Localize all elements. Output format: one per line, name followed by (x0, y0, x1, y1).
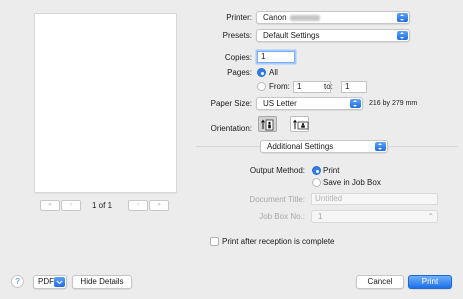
presets-label: Presets: (222, 31, 252, 40)
pages-all-radio[interactable] (257, 68, 266, 77)
section-popup-value: Additional Settings (267, 142, 334, 151)
portrait-icon (261, 119, 274, 131)
last-page-button[interactable]: » (149, 200, 169, 211)
pages-to-label: to: (324, 82, 333, 91)
chevron-down-icon (54, 277, 65, 287)
first-page-button[interactable]: « (40, 200, 60, 211)
orientation-landscape-button[interactable] (290, 116, 309, 132)
orientation-portrait-button[interactable] (258, 116, 277, 132)
previous-page-button[interactable]: ‹ (61, 200, 81, 211)
chevron-updown-icon: ⌃ (427, 212, 434, 221)
output-print-label: Print (323, 166, 340, 175)
pages-to-field[interactable]: 1 (341, 81, 367, 93)
output-jobbox-radio[interactable] (312, 178, 321, 187)
document-title-field[interactable]: Untitled (311, 193, 438, 205)
copies-field[interactable]: 1 (257, 51, 295, 63)
section-popup[interactable]: Additional Settings (260, 140, 388, 153)
landscape-icon (293, 119, 309, 130)
printer-label: Printer: (226, 13, 252, 22)
job-box-label: Job Box No.: (259, 212, 305, 221)
printer-value: Canon (263, 13, 287, 22)
paper-size-popup[interactable]: US Letter (256, 97, 363, 110)
orientation-label: Orientation: (210, 124, 252, 133)
presets-value: Default Settings (263, 31, 320, 40)
output-print-radio[interactable] (312, 166, 321, 175)
popup-stepper-icon (350, 99, 361, 108)
output-jobbox-label: Save in Job Box (323, 178, 381, 187)
pdf-menu-button[interactable]: PDF (33, 275, 67, 289)
next-page-button[interactable]: › (128, 200, 148, 211)
pages-all-label: All (269, 68, 278, 77)
copies-label: Copies: (224, 53, 252, 62)
presets-popup[interactable]: Default Settings (256, 29, 410, 42)
popup-stepper-icon (397, 31, 408, 40)
print-after-label: Print after reception is complete (222, 237, 335, 246)
pages-label: Pages: (227, 68, 252, 77)
print-after-checkbox[interactable] (210, 237, 219, 246)
printer-model-redacted (289, 14, 320, 21)
popup-stepper-icon (397, 13, 408, 22)
pages-from-label: From: (269, 82, 290, 91)
popup-stepper-icon (375, 142, 386, 151)
pages-range-radio[interactable] (257, 82, 266, 91)
page-indicator: 1 of 1 (92, 201, 113, 210)
print-button[interactable]: Print (408, 275, 452, 289)
hide-details-button[interactable]: Hide Details (72, 275, 132, 289)
page-preview (35, 14, 176, 192)
printer-popup[interactable]: Canon (256, 11, 410, 24)
job-box-value: 1 (318, 212, 323, 221)
document-title-label: Document Title: (249, 195, 305, 204)
cancel-button[interactable]: Cancel (356, 275, 404, 289)
output-method-label: Output Method: (249, 166, 305, 175)
pdf-label: PDF (38, 277, 54, 286)
paper-size-label: Paper Size: (210, 99, 252, 108)
help-button[interactable]: ? (11, 275, 24, 288)
paper-size-value: US Letter (263, 99, 297, 108)
help-icon: ? (15, 277, 20, 286)
paper-dimensions: 216 by 279 mm (369, 100, 418, 107)
job-box-popup[interactable]: 1 ⌃ (311, 210, 438, 223)
